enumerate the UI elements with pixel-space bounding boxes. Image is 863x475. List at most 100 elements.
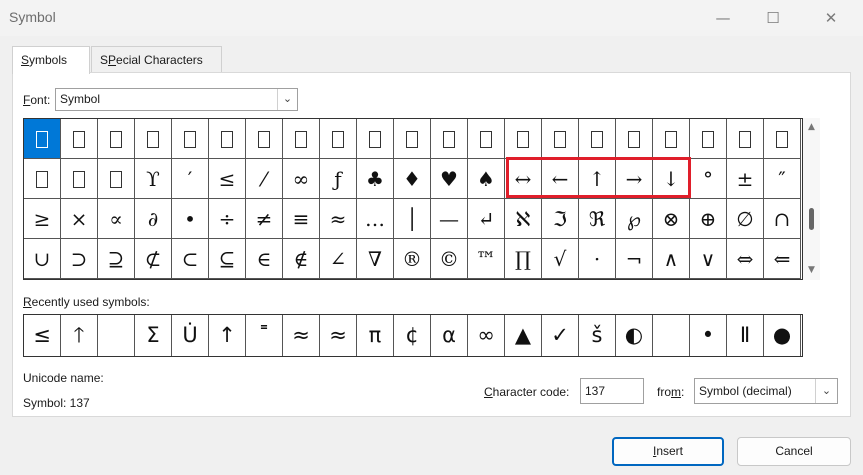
recent-symbol-cell[interactable]: π <box>357 315 394 356</box>
symbol-cell[interactable]: ⇐ <box>764 239 801 279</box>
symbol-cell[interactable] <box>24 159 61 199</box>
symbol-cell[interactable]: ⇔ <box>727 239 764 279</box>
symbol-cell[interactable]: ƒ <box>320 159 357 199</box>
symbol-cell[interactable] <box>246 119 283 159</box>
symbol-cell[interactable] <box>653 119 690 159</box>
symbol-cell[interactable]: ℑ <box>542 199 579 239</box>
maximize-button[interactable]: ☐ <box>748 0 798 36</box>
symbol-cell[interactable] <box>172 119 209 159</box>
symbol-cell[interactable]: ℜ <box>579 199 616 239</box>
recent-symbol-cell[interactable]: U̇ <box>172 315 209 356</box>
symbol-cell[interactable]: — <box>431 199 468 239</box>
symbol-cell[interactable] <box>24 119 61 159</box>
symbol-cell[interactable]: ÷ <box>209 199 246 239</box>
recent-symbol-cell[interactable]: ▲ <box>505 315 542 356</box>
symbol-cell[interactable]: ± <box>727 159 764 199</box>
symbol-cell[interactable]: ≈ <box>320 199 357 239</box>
symbol-cell[interactable]: ⊂ <box>172 239 209 279</box>
symbol-cell[interactable]: ⊕ <box>690 199 727 239</box>
symbol-cell[interactable]: ∂ <box>135 199 172 239</box>
symbol-cell[interactable]: ⊗ <box>653 199 690 239</box>
recent-symbol-cell[interactable]: • <box>690 315 727 356</box>
chevron-down-icon[interactable]: ⌄ <box>815 379 837 403</box>
recent-symbol-cell[interactable] <box>653 315 690 356</box>
symbol-cell[interactable] <box>468 119 505 159</box>
recent-symbol-cell[interactable]: Σ <box>135 315 172 356</box>
recent-symbol-cell[interactable]: ◐ <box>616 315 653 356</box>
symbol-cell[interactable]: ≡ <box>283 199 320 239</box>
recent-symbol-cell[interactable]: ↑ <box>209 315 246 356</box>
symbol-cell[interactable] <box>135 119 172 159</box>
symbol-cell[interactable]: ∈ <box>246 239 283 279</box>
chevron-down-icon[interactable]: ⌄ <box>277 89 297 110</box>
recent-symbol-cell[interactable] <box>98 315 135 356</box>
symbol-cell[interactable]: ⋅ <box>579 239 616 279</box>
recent-symbol-cell[interactable]: α <box>431 315 468 356</box>
cancel-button[interactable]: Cancel <box>737 437 851 466</box>
symbol-cell[interactable] <box>727 119 764 159</box>
recent-symbol-cell[interactable]: ≤ <box>24 315 61 356</box>
symbol-cell[interactable] <box>579 119 616 159</box>
grid-scrollbar[interactable]: ▲ ▼ <box>803 118 820 280</box>
symbol-cell[interactable]: ′ <box>172 159 209 199</box>
symbol-cell[interactable]: ∩ <box>764 199 801 239</box>
symbol-cell[interactable] <box>98 119 135 159</box>
symbol-cell[interactable]: ≤ <box>209 159 246 199</box>
symbol-cell[interactable] <box>616 119 653 159</box>
symbol-cell[interactable]: ″ <box>764 159 801 199</box>
symbol-cell[interactable] <box>690 119 727 159</box>
recent-symbol-cell[interactable]: 🡑 <box>61 315 98 356</box>
symbol-cell[interactable]: ¬ <box>616 239 653 279</box>
symbol-cell[interactable]: ⊄ <box>135 239 172 279</box>
symbol-cell[interactable]: ∏ <box>505 239 542 279</box>
symbol-cell[interactable] <box>542 119 579 159</box>
symbol-cell[interactable]: ∞ <box>283 159 320 199</box>
symbol-cell[interactable]: … <box>357 199 394 239</box>
insert-button[interactable]: Insert <box>612 437 724 466</box>
recent-symbol-cell[interactable]: Ⅱ <box>727 315 764 356</box>
scroll-thumb[interactable] <box>809 208 814 230</box>
recent-symbol-cell[interactable]: ¢ <box>394 315 431 356</box>
symbol-cell[interactable] <box>61 159 98 199</box>
font-dropdown[interactable]: Symbol ⌄ <box>55 88 298 111</box>
symbol-cell[interactable]: ® <box>394 239 431 279</box>
symbol-cell[interactable]: ♠ <box>468 159 505 199</box>
recent-symbol-cell[interactable]: ∞ <box>468 315 505 356</box>
symbol-cell[interactable]: ≠ <box>246 199 283 239</box>
recent-symbol-cell[interactable]: ˭ <box>246 315 283 356</box>
symbol-cell[interactable]: ♦ <box>394 159 431 199</box>
recent-symbol-cell[interactable]: ≈ <box>320 315 357 356</box>
symbol-cell[interactable] <box>283 119 320 159</box>
symbol-cell[interactable] <box>764 119 801 159</box>
character-code-input[interactable]: 137 <box>580 378 644 404</box>
symbol-cell[interactable]: ⊃ <box>61 239 98 279</box>
symbol-cell[interactable]: ⁄ <box>246 159 283 199</box>
symbol-cell[interactable]: ϒ <box>135 159 172 199</box>
symbol-cell[interactable]: × <box>61 199 98 239</box>
symbol-cell[interactable]: ⊇ <box>98 239 135 279</box>
symbol-cell[interactable]: │ <box>394 199 431 239</box>
symbol-cell[interactable] <box>98 159 135 199</box>
symbol-cell[interactable]: • <box>172 199 209 239</box>
symbol-cell[interactable]: ∝ <box>98 199 135 239</box>
scroll-up-icon[interactable]: ▲ <box>803 120 820 135</box>
symbol-cell[interactable]: ℵ <box>505 199 542 239</box>
symbol-cell[interactable]: ♣ <box>357 159 394 199</box>
symbol-cell[interactable] <box>394 119 431 159</box>
symbol-cell[interactable] <box>61 119 98 159</box>
scroll-down-icon[interactable]: ▼ <box>803 263 820 278</box>
symbol-cell[interactable]: ∅ <box>727 199 764 239</box>
symbol-cell[interactable]: ℘ <box>616 199 653 239</box>
recent-symbol-cell[interactable]: ≈ <box>283 315 320 356</box>
symbol-cell[interactable]: ≥ <box>24 199 61 239</box>
symbol-grid[interactable]: ϒ ′ ≤ ⁄ ∞ ƒ ♣ ♦ ♥ ♠ ↔ ← ↑ → ↓ ° ± ″ ≥ × ∝ ∂ • ÷ ≠ ≡ ≈… │ — ↵ ℵ ℑ ℜ ℘ ⊗ ⊕ ∅ ∩ ∪… <box>23 118 803 280</box>
tab-symbols[interactable]: Symbols <box>12 46 90 74</box>
symbol-cell[interactable]: © <box>431 239 468 279</box>
minimize-button[interactable]: — <box>698 0 748 36</box>
symbol-cell[interactable]: √ <box>542 239 579 279</box>
symbol-cell[interactable]: ™ <box>468 239 505 279</box>
recent-symbol-cell[interactable]: ✓ <box>542 315 579 356</box>
symbol-cell[interactable]: ∉ <box>283 239 320 279</box>
symbol-cell[interactable]: ∇ <box>357 239 394 279</box>
recently-used-symbols[interactable]: ≤ 🡑 Σ U̇ ↑ ˭ ≈ ≈ π ¢ α ∞ ▲ ✓ š ◐ • Ⅱ ● <box>23 314 803 357</box>
